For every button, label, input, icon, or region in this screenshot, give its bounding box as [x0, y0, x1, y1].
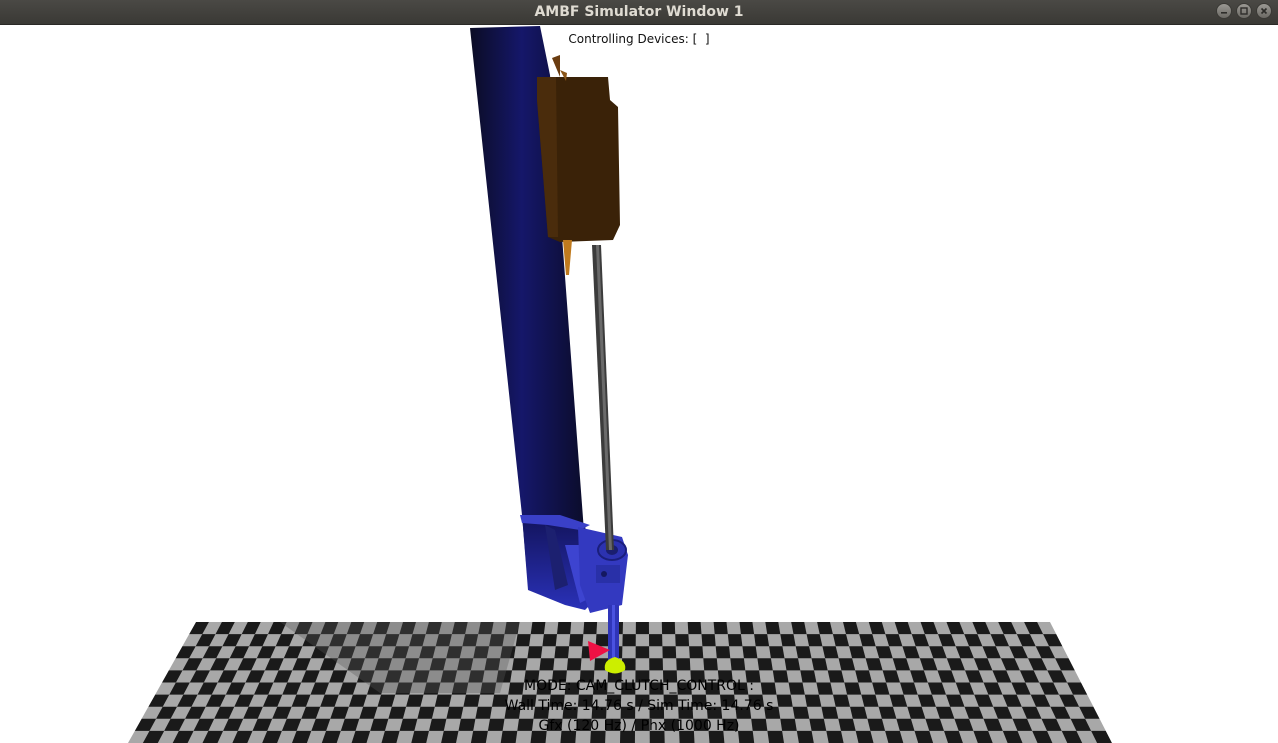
floor-tile	[583, 622, 598, 635]
floor-tile	[635, 646, 650, 659]
floor-tile	[784, 658, 801, 671]
floor-tile	[687, 622, 702, 635]
floor-tile	[715, 646, 731, 659]
floor-tile	[676, 658, 691, 671]
3d-viewport[interactable]: Controlling Devices: [ ] MODE: CAM_CLUTC…	[0, 25, 1278, 743]
floor-tile	[557, 622, 572, 635]
floor-tile	[515, 634, 531, 647]
floor-tile	[765, 622, 781, 635]
floor-tile	[795, 646, 812, 659]
scene-canvas[interactable]	[0, 25, 1278, 743]
instrument-shaft[interactable]	[608, 605, 619, 660]
floor-tile	[806, 634, 823, 647]
floor-tile	[595, 634, 610, 647]
floor-tile	[780, 634, 796, 647]
floor-tile	[701, 634, 716, 647]
floor-tile	[649, 634, 663, 647]
floor-tile	[622, 634, 636, 647]
floor-tile	[742, 646, 758, 659]
floor-tile	[730, 658, 746, 671]
robot-wrist-joint[interactable]	[578, 527, 628, 613]
floor-tile	[675, 634, 690, 647]
controlling-devices-label: Controlling Devices: [ ]	[568, 32, 710, 46]
floor-tile	[635, 622, 649, 635]
floor-tile	[757, 658, 773, 671]
floor-tile	[539, 658, 555, 671]
floor-tile	[739, 622, 755, 635]
floor-tile	[649, 658, 663, 671]
floor-tile	[769, 646, 785, 659]
maximize-button[interactable]	[1236, 3, 1252, 19]
floor-tile	[566, 658, 582, 671]
floor-tile	[703, 658, 718, 671]
rate-status: Gfx (120 Hz) / Phx (1000 Hz)	[538, 718, 740, 734]
simulator-window: AMBF Simulator Window 1 Controlling Devi…	[0, 0, 1278, 743]
floor-tile	[791, 622, 807, 635]
window-title: AMBF Simulator Window 1	[534, 4, 744, 20]
floor-tile	[512, 658, 528, 671]
floor-tile	[530, 622, 546, 635]
minimize-button[interactable]	[1216, 3, 1232, 19]
close-button[interactable]	[1256, 3, 1272, 19]
floor-tile	[727, 634, 743, 647]
floor-tile	[754, 634, 770, 647]
floor-tile	[554, 646, 570, 659]
mode-status: MODE: CAM_CLUTCH_CONTROL :	[523, 678, 754, 694]
floor-tile	[689, 646, 704, 659]
floor-tile	[542, 634, 557, 647]
title-bar[interactable]: AMBF Simulator Window 1	[0, 0, 1278, 25]
time-status: Wall Time: 14.76 s / Sim Time: 14.76 s	[504, 698, 774, 714]
floor-tile	[811, 658, 828, 671]
floor-tile	[662, 646, 677, 659]
tool-rod[interactable]	[592, 245, 614, 550]
floor-tile	[713, 622, 728, 635]
floor-tile	[569, 634, 584, 647]
floor-tile	[661, 622, 676, 635]
floor-tile	[527, 646, 543, 659]
